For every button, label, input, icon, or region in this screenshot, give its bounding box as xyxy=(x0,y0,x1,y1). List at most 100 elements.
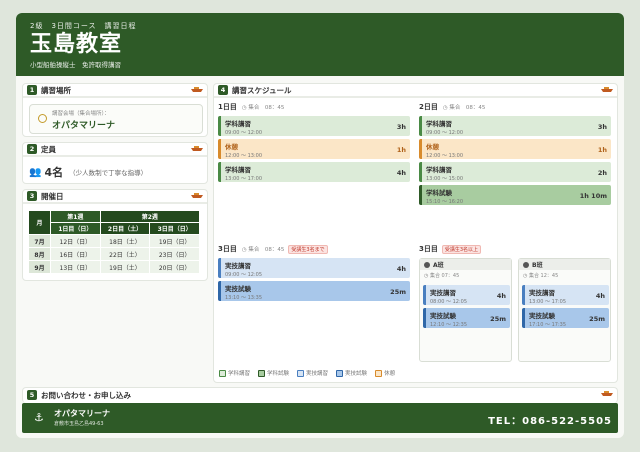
boat-icon xyxy=(191,87,203,92)
schedule-block: 実技講習 08:00 ～ 12:05 4h xyxy=(423,285,510,305)
schedule-block: 実技試験 12:10 ～ 12:35 25m xyxy=(423,308,510,328)
block-title: 実技講習 xyxy=(430,289,456,297)
block-time: 09:00 ～ 12:00 xyxy=(426,130,463,136)
block-title: 実技試験 xyxy=(225,285,251,293)
capacity-note: （少人数制で丁寧な指導） xyxy=(69,169,148,177)
legend-item: 学科試験 xyxy=(258,369,289,377)
block-duration: 4h xyxy=(595,292,605,300)
meet-time: ◷ 集合 08：45 xyxy=(241,105,285,111)
table-row: 8月 16日（日） 22日（土） 23日（日） xyxy=(28,247,200,261)
day3-header: 3日目（日） xyxy=(149,222,200,235)
block-duration: 1h xyxy=(396,146,406,154)
legend: 学科講習 学科試験 実技講習 実技試験 休憩 xyxy=(219,369,395,377)
location-label: 講習会場（集合場所）： xyxy=(52,111,110,117)
anchor-icon: ⚓ xyxy=(34,411,44,424)
block-time: 13:00 ～ 17:00 xyxy=(225,176,262,182)
table-row: 7月 12日（日） 18日（土） 19日（日） xyxy=(28,234,200,248)
month-cell: 7月 xyxy=(28,234,51,248)
boat-icon xyxy=(191,193,203,198)
section-title: 定員 xyxy=(41,144,56,154)
block-time: 13:10 ～ 13:35 xyxy=(225,295,262,301)
page-frame: 2級 3日間コース 講習日程 玉島教室 小型船舶操縦士 免許取得講習 1 講習場… xyxy=(16,13,624,438)
block-duration: 1h 10m xyxy=(579,192,607,200)
header-description: 小型船舶操縦士 免許取得講習 xyxy=(30,61,121,69)
block-duration: 4h xyxy=(496,292,506,300)
dot-icon xyxy=(424,261,430,268)
boat-icon xyxy=(191,146,203,151)
group-name: A班 xyxy=(433,262,444,269)
block-time: 12:00 ～ 13:00 xyxy=(426,153,463,159)
schedule-block: 実技試験 17:10 ～ 17:35 25m xyxy=(522,308,609,328)
section-number: 4 xyxy=(218,85,228,95)
contact-footer: ⚓ オパタマリーナ 倉敷市玉島乙島49-63 TEL：086-522-5505 xyxy=(22,403,618,433)
meet-time: ◷ 集合 08：45 xyxy=(241,247,285,253)
page-header: 2級 3日間コース 講習日程 玉島教室 小型船舶操縦士 免許取得講習 xyxy=(16,13,624,76)
legend-item: 実技講習 xyxy=(297,369,328,377)
day-label: 3日目 xyxy=(218,245,237,253)
date-cell: 19日（日） xyxy=(149,234,200,248)
meet-time: ◷ 集合 08：45 xyxy=(442,105,486,111)
block-duration: 2h xyxy=(597,169,607,177)
month-cell: 8月 xyxy=(28,247,51,261)
block-time: 12:00 ～ 13:00 xyxy=(225,153,262,159)
group-a-card: A班 ◷ 集合 07：45 実技講習 08:00 ～ 12:05 4h 実技試験… xyxy=(419,258,512,362)
contact-section-header: 5 お問い合わせ・お申し込み xyxy=(23,388,617,402)
people-icon: 👥 xyxy=(29,166,42,178)
section-title: お問い合わせ・お申し込み xyxy=(41,390,131,400)
contact-name: オパタマリーナ xyxy=(54,409,110,418)
day2-header: 2日目（土） xyxy=(99,222,151,235)
section-number: 2 xyxy=(27,144,37,154)
day3a-column: 3日目 ◷ 集合 08：45 受講生3名まで 実技講習 09:00 ～ 12:0… xyxy=(218,244,410,364)
block-duration: 4h xyxy=(396,265,406,273)
date-cell: 13日（日） xyxy=(50,260,101,274)
block-time: 09:00 ～ 12:00 xyxy=(225,130,262,136)
day-header: 2日目 ◷ 集合 08：45 xyxy=(419,102,611,112)
month-cell: 9月 xyxy=(28,260,51,274)
schedule-block: 実技試験 13:10 ～ 13:35 25m xyxy=(218,281,410,301)
header-subtitle: 2級 3日間コース 講習日程 xyxy=(30,22,137,30)
block-title: 学科講習 xyxy=(225,166,251,174)
date-cell: 20日（日） xyxy=(149,260,200,274)
meet-time: ◷ 集合 07：45 xyxy=(424,273,460,279)
schedule-block: 学科講習 09:00 ～ 12:00 3h xyxy=(419,116,611,136)
schedule-block: 学科講習 13:00 ～ 17:00 4h xyxy=(218,162,410,182)
block-duration: 25m xyxy=(390,288,406,296)
section-title: 講習場所 xyxy=(41,85,71,95)
day-header: 3日目 ◷ 集合 08：45 受講生3名まで xyxy=(218,244,410,254)
date-cell: 22日（土） xyxy=(99,247,151,261)
section-number: 3 xyxy=(27,191,37,201)
block-duration: 3h xyxy=(597,123,607,131)
compass-icon xyxy=(38,114,47,123)
date-cell: 12日（日） xyxy=(50,234,101,248)
group-b-card: B班 ◷ 集合 12：45 実技講習 13:00 ～ 17:05 4h 実技試験… xyxy=(518,258,611,362)
legend-item: 休憩 xyxy=(375,369,395,377)
schedule-card: 4 講習スケジュール 1日目 ◷ 集合 08：45 学科講習 09:00 ～ 1… xyxy=(213,83,618,383)
boat-icon xyxy=(601,87,613,92)
block-title: 休憩 xyxy=(426,143,439,151)
date-cell: 23日（日） xyxy=(149,247,200,261)
day3b-column: 3日目 受講生3名以上 A班 ◷ 集合 07：45 実技講習 08:00 ～ 1… xyxy=(419,244,611,364)
date-cell: 16日（日） xyxy=(50,247,101,261)
day1-column: 1日目 ◷ 集合 08：45 学科講習 09:00 ～ 12:00 3h 休憩 … xyxy=(218,102,410,236)
group-header: A班 xyxy=(420,259,511,270)
day-label: 2日目 xyxy=(419,103,438,111)
dates-table: 月 第1週 第2週 1日目（日） 2日目（土） 3日目（日） 7月 12日（日）… xyxy=(28,210,201,274)
group-name: B班 xyxy=(532,262,543,269)
schedule-block: 休憩 12:00 ～ 13:00 1h xyxy=(419,139,611,159)
schedule-block: 実技講習 09:00 ～ 12:05 4h xyxy=(218,258,410,278)
legend-item: 実技試験 xyxy=(336,369,367,377)
contact-phone[interactable]: TEL：086-522-5505 xyxy=(488,412,612,427)
schedule-block: 休憩 12:00 ～ 13:00 1h xyxy=(218,139,410,159)
capacity-card: 2 定員 👥 4名 （少人数制で丁寧な指導） xyxy=(22,142,208,184)
section-number: 5 xyxy=(27,390,37,400)
schedule-block: 学科講習 09:00 ～ 12:00 3h xyxy=(218,116,410,136)
block-title: 学科講習 xyxy=(225,120,251,128)
location-value: オパタマリーナ xyxy=(52,121,116,131)
dot-icon xyxy=(523,261,529,268)
section-title: 講習スケジュール xyxy=(232,85,292,95)
block-title: 実技講習 xyxy=(529,289,555,297)
month-header: 月 xyxy=(28,210,51,235)
day2-column: 2日目 ◷ 集合 08：45 学科講習 09:00 ～ 12:00 3h 休憩 … xyxy=(419,102,611,236)
condition-badge: 受講生3名まで xyxy=(288,244,328,254)
day-header: 3日目 受講生3名以上 xyxy=(419,244,611,254)
